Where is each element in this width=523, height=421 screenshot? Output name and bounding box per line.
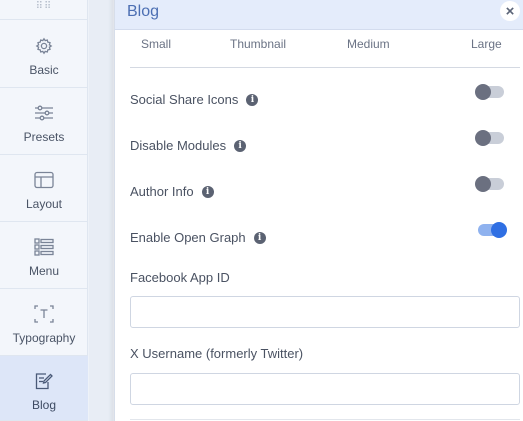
close-icon: × (505, 2, 515, 20)
toggle-social-share[interactable] (475, 84, 504, 100)
tab-size-large[interactable]: Large (471, 37, 502, 51)
gear-icon (33, 35, 55, 57)
field-label-x-username: X Username (formerly Twitter) (130, 346, 304, 361)
divider (130, 419, 520, 420)
typography-icon (33, 303, 55, 325)
setting-social-share: Social Share Icons i (130, 92, 259, 107)
setting-label: Author Info (130, 184, 194, 199)
drag-grip-icon[interactable]: ⠿⠿ (0, 0, 88, 20)
image-size-tabs: Small Thumbnail Medium Large (141, 37, 513, 53)
info-icon[interactable]: i (246, 93, 259, 106)
setting-disable-modules: Disable Modules i (130, 138, 247, 153)
setting-open-graph: Enable Open Graph i (130, 230, 266, 245)
x-username-input[interactable] (130, 373, 520, 405)
sidebar-item-blog[interactable]: Blog (0, 356, 88, 421)
blog-edit-icon (33, 370, 55, 392)
setting-label: Enable Open Graph (130, 230, 246, 245)
setting-author-info: Author Info i (130, 184, 214, 199)
toggle-knob (475, 176, 491, 192)
info-icon[interactable]: i (201, 185, 214, 198)
toggle-disable-modules[interactable] (475, 130, 504, 146)
sidebar: ⠿⠿ Basic Presets Layout Menu Typography (0, 0, 88, 421)
sliders-icon (33, 102, 55, 124)
toggle-open-graph[interactable] (478, 222, 507, 238)
sidebar-item-label: Layout (25, 197, 63, 211)
layout-icon (33, 169, 55, 191)
menu-list-icon (33, 236, 55, 258)
setting-label: Social Share Icons (130, 92, 239, 107)
sidebar-item-basic[interactable]: Basic (0, 21, 88, 88)
toggle-knob (475, 84, 491, 100)
tab-size-medium[interactable]: Medium (347, 37, 390, 51)
info-icon[interactable]: i (234, 139, 247, 152)
toggle-author-info[interactable] (475, 176, 504, 192)
sidebar-item-presets[interactable]: Presets (0, 88, 88, 155)
panel-header: Blog × (115, 0, 523, 30)
sidebar-item-label: Blog (31, 398, 57, 412)
sidebar-item-menu[interactable]: Menu (0, 222, 88, 289)
setting-label: Disable Modules (130, 138, 227, 153)
sidebar-item-label: Presets (23, 130, 65, 144)
toggle-knob (491, 222, 507, 238)
divider (130, 67, 520, 68)
tab-size-small[interactable]: Small (141, 37, 171, 51)
sidebar-item-layout[interactable]: Layout (0, 155, 88, 222)
facebook-app-id-input[interactable] (130, 296, 520, 328)
sidebar-item-typography[interactable]: Typography (0, 289, 88, 356)
field-label-facebook-app-id: Facebook App ID (130, 270, 230, 285)
sidebar-item-label: Basic (29, 63, 59, 77)
settings-panel: Blog × Small Thumbnail Medium Large Soci… (114, 0, 523, 421)
sidebar-item-label: Menu (28, 264, 60, 278)
info-icon[interactable]: i (253, 231, 266, 244)
close-button[interactable]: × (500, 1, 520, 21)
panel-title: Blog (127, 3, 160, 20)
toggle-knob (475, 130, 491, 146)
sidebar-item-label: Typography (12, 331, 76, 345)
tab-size-thumbnail[interactable]: Thumbnail (230, 37, 286, 51)
